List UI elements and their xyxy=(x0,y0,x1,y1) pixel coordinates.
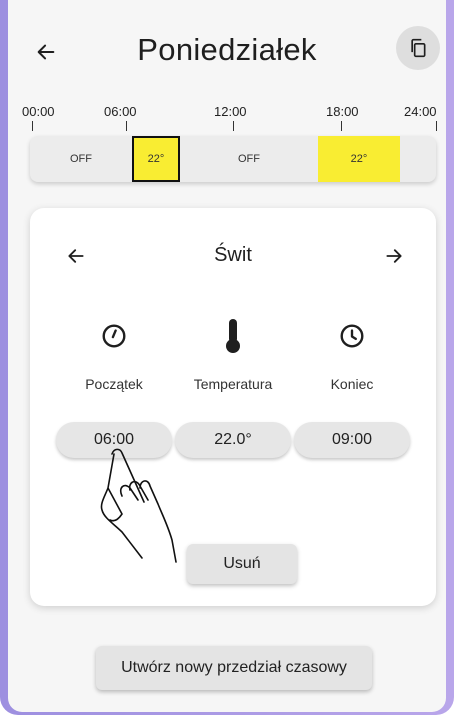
tick-mark xyxy=(233,121,234,131)
timeline-segment-active[interactable]: 22° xyxy=(318,136,400,182)
timeline-segment-active-selected[interactable]: 22° xyxy=(132,136,180,182)
start-time-button[interactable]: 06:00 xyxy=(56,422,172,458)
tick-mark xyxy=(436,121,437,131)
clock-icon xyxy=(292,316,412,356)
tick-mark xyxy=(32,121,33,131)
tick-mark xyxy=(341,121,342,131)
next-interval-button[interactable] xyxy=(374,238,414,274)
schedule-bar: OFF 22° OFF 22° xyxy=(30,136,436,182)
app-header: Poniedziałek xyxy=(8,18,446,80)
start-label: Początek xyxy=(85,376,143,392)
copy-button[interactable] xyxy=(396,26,440,70)
day-timeline: 00:00 06:00 12:00 18:00 24:00 OFF 22° OF… xyxy=(8,100,446,190)
schedule-screen: Poniedziałek 00:00 06:00 12:00 18:00 24:… xyxy=(8,0,446,712)
delete-interval-button[interactable]: Usuń xyxy=(187,544,297,584)
tick-label: 06:00 xyxy=(104,104,137,119)
interval-card: Świt Początek Temperatura Koniec 06:00 2… xyxy=(30,208,436,606)
temperature-button[interactable]: 22.0° xyxy=(175,422,291,458)
start-column: Początek xyxy=(54,316,174,392)
end-column: Koniec xyxy=(292,316,412,392)
timeline-segment-off[interactable] xyxy=(400,136,436,182)
page-title: Poniedziałek xyxy=(137,32,317,67)
timeline-segment-off[interactable]: OFF xyxy=(180,136,318,182)
temperature-column: Temperatura xyxy=(173,316,293,392)
timeline-segment-off[interactable]: OFF xyxy=(30,136,132,182)
tick-label: 12:00 xyxy=(214,104,247,119)
thermometer-icon xyxy=(173,316,293,356)
temperature-label: Temperatura xyxy=(193,376,273,392)
clock-start-icon xyxy=(54,316,174,356)
copy-icon xyxy=(411,38,426,58)
tick-label: 24:00 xyxy=(404,104,437,119)
end-time-button[interactable]: 09:00 xyxy=(294,422,410,458)
tick-mark xyxy=(126,121,127,131)
arrow-right-icon xyxy=(386,249,402,263)
tick-label: 18:00 xyxy=(326,104,359,119)
end-label: Koniec xyxy=(330,376,374,392)
tick-label: 00:00 xyxy=(22,104,55,119)
create-interval-button[interactable]: Utwórz nowy przedział czasowy xyxy=(96,646,372,690)
